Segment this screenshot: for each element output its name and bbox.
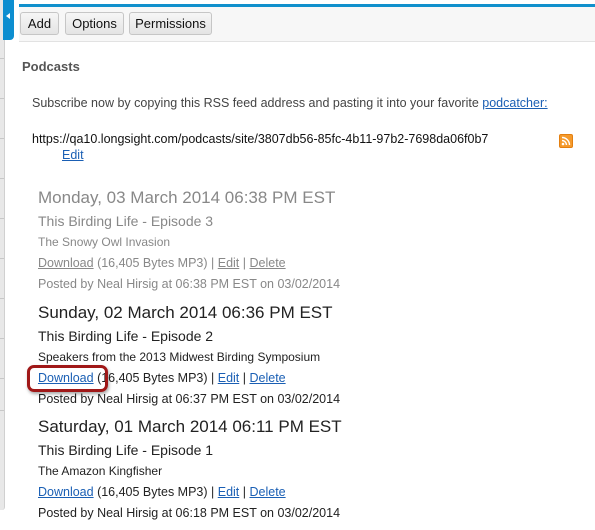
sidebar-divider: [0, 258, 4, 259]
posted-by: Posted by Neal Hirsig at 06:38 PM EST on…: [38, 277, 341, 291]
sidebar-divider: [0, 138, 4, 139]
sidebar-divider: [0, 410, 4, 411]
download-link[interactable]: Download: [38, 256, 94, 270]
podcatcher-link[interactable]: podcatcher:: [482, 96, 547, 110]
episode-actions: Download (16,405 Bytes MP3) | Edit | Del…: [38, 485, 342, 500]
delete-link[interactable]: Delete: [249, 256, 285, 270]
sidebar-divider: [0, 298, 4, 299]
sidebar-divider: [0, 58, 4, 59]
add-button[interactable]: Add: [20, 12, 59, 35]
sidebar-divider: [0, 338, 4, 339]
collapse-sidebar-button[interactable]: [3, 0, 14, 40]
edit-link[interactable]: Edit: [218, 371, 240, 385]
sidebar-divider: [0, 378, 4, 379]
sidebar-divider: [0, 178, 4, 179]
edit-feed-link[interactable]: Edit: [62, 148, 84, 162]
file-size: (16,405 Bytes MP3) |: [93, 485, 218, 499]
edit-link[interactable]: Edit: [218, 485, 240, 499]
download-highlight-annotation: [27, 365, 108, 392]
delete-link[interactable]: Delete: [249, 371, 285, 385]
edit-link[interactable]: Edit: [218, 256, 240, 270]
episode-description: Speakers from the 2013 Midwest Birding S…: [38, 350, 321, 364]
subscribe-instructions: Subscribe now by copying this RSS feed a…: [32, 96, 548, 110]
separator: |: [239, 256, 250, 270]
separator: |: [239, 371, 250, 385]
posted-by: Posted by Neal Hirsig at 06:37 PM EST on…: [38, 392, 341, 406]
episode-date: Monday, 03 March 2014 06:38 PM EST: [38, 188, 336, 207]
options-button[interactable]: Options: [65, 12, 124, 35]
sidebar-edge: [0, 0, 5, 510]
sidebar-divider: [0, 98, 4, 99]
toolbar: Add Options Permissions: [19, 4, 595, 42]
download-link[interactable]: Download: [38, 485, 94, 499]
chevron-left-icon: [6, 13, 10, 19]
episode-title: This Birding Life - Episode 3: [38, 213, 214, 229]
permissions-button[interactable]: Permissions: [129, 12, 212, 35]
file-size: (16,405 Bytes MP3) |: [93, 371, 218, 385]
delete-link[interactable]: Delete: [249, 485, 285, 499]
episode-description: The Snowy Owl Invasion: [38, 235, 171, 249]
episode-item: Monday, 03 March 2014 06:38 PM EST This …: [38, 188, 340, 292]
episode-item: Saturday, 01 March 2014 06:11 PM EST Thi…: [38, 417, 342, 521]
sidebar-divider: [0, 218, 4, 219]
episode-title: This Birding Life - Episode 1: [38, 442, 214, 458]
episode-actions: Download (16,405 Bytes MP3) | Edit | Del…: [38, 256, 340, 271]
separator: |: [239, 485, 250, 499]
rss-icon[interactable]: [559, 134, 573, 148]
subscribe-text: Subscribe now by copying this RSS feed a…: [32, 96, 483, 110]
episode-title: This Birding Life - Episode 2: [38, 328, 214, 344]
posted-by: Posted by Neal Hirsig at 06:18 PM EST on…: [38, 506, 341, 520]
feed-url: https://qa10.longsight.com/podcasts/site…: [32, 132, 489, 146]
episode-date: Saturday, 01 March 2014 06:11 PM EST: [38, 417, 342, 436]
file-size: (16,405 Bytes MP3) |: [93, 256, 218, 270]
page-title: Podcasts: [22, 59, 80, 74]
episode-description: The Amazon Kingfisher: [38, 464, 163, 478]
episode-date: Sunday, 02 March 2014 06:36 PM EST: [38, 303, 333, 322]
